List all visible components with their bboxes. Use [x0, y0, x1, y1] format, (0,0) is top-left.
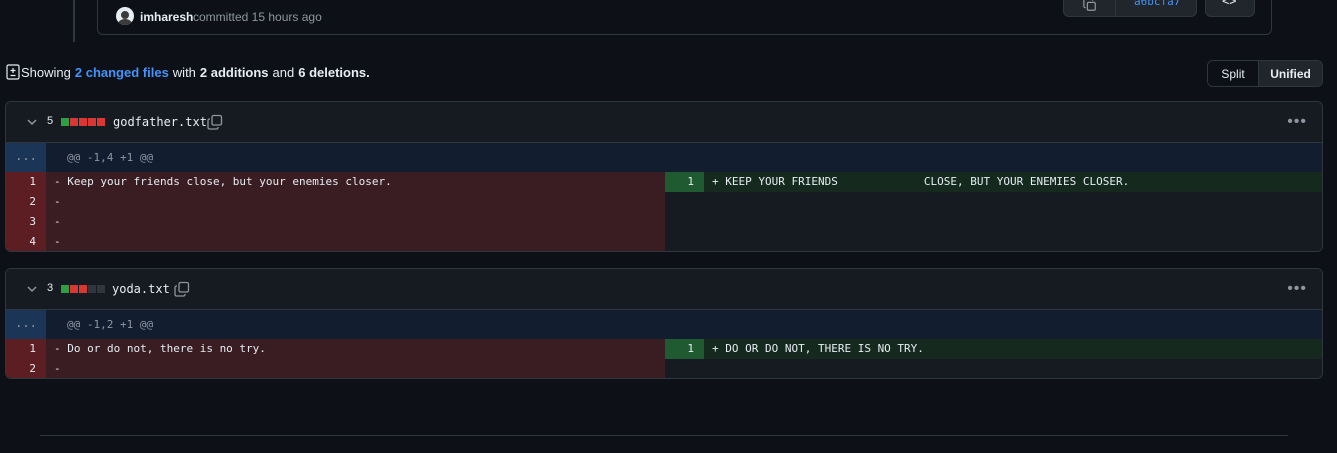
file-change-count: 3	[47, 282, 54, 294]
deleted-line-code: - Keep your friends close, but your enem…	[46, 172, 665, 192]
diffstat-blocks	[61, 118, 105, 126]
view-toggle: Split Unified	[1207, 60, 1323, 87]
diffstat-blocks	[61, 285, 105, 293]
deletions-count: 6 deletions.	[298, 64, 370, 80]
deleted-line-number[interactable]: 1	[6, 339, 46, 359]
more-options-icon[interactable]: •••	[1287, 280, 1307, 298]
diff-row: 4 -	[6, 232, 1322, 251]
avatar[interactable]	[116, 7, 134, 25]
deleted-line-number[interactable]: 2	[6, 359, 46, 378]
summary-prefix: Showing	[21, 64, 71, 80]
chevron-down-icon[interactable]	[26, 283, 38, 295]
copy-icon[interactable]	[207, 114, 223, 130]
deleted-line-number[interactable]: 1	[6, 172, 46, 192]
added-line-number[interactable]: 1	[665, 172, 704, 192]
added-line-code: + DO OR DO NOT, THERE IS NO TRY.	[704, 339, 1322, 359]
deleted-line-number[interactable]: 2	[6, 192, 46, 212]
browse-code-button[interactable]: <>	[1205, 0, 1255, 17]
diffstat-deleted-block	[88, 118, 96, 126]
divider	[40, 435, 1288, 436]
deleted-line-code: -	[46, 359, 665, 378]
file-diff-yoda: 3 yoda.txt ••• ... @@ -1,2 +1 @@ 1 - Do …	[5, 268, 1323, 379]
diffstat-added-block	[61, 118, 69, 126]
file-diff-godfather: 5 godfather.txt ••• ... @@ -1,4 +1 @@ 1 …	[5, 101, 1323, 252]
diffstat-neutral-block	[97, 285, 105, 293]
expand-hunk-button[interactable]: ...	[6, 310, 46, 339]
deleted-line-number[interactable]: 3	[6, 212, 46, 232]
file-header: 3 yoda.txt •••	[6, 269, 1322, 310]
code-icon: <>	[1222, 0, 1237, 8]
diff-row: 2 -	[6, 359, 1322, 378]
summary-with: with	[172, 64, 196, 80]
empty-line	[665, 192, 1322, 212]
commit-author[interactable]: imharesh	[140, 10, 193, 24]
file-diff-icon	[6, 64, 20, 80]
deleted-line-code: -	[46, 212, 665, 232]
diff-row: 1 - Do or do not, there is no try. 1 + D…	[6, 339, 1322, 359]
copy-sha-button[interactable]	[1064, 0, 1116, 16]
diffstat-deleted-block	[70, 118, 78, 126]
empty-line	[665, 212, 1322, 232]
file-name-link[interactable]: godfather.txt	[113, 115, 207, 129]
commit-sha-link[interactable]: a6bcfa7	[1134, 0, 1180, 8]
deleted-line-number[interactable]: 4	[6, 232, 46, 251]
file-change-count: 5	[47, 115, 54, 127]
deleted-line-code: -	[46, 232, 665, 251]
diffstat-added-block	[61, 285, 69, 293]
timeline-line	[73, 0, 75, 42]
split-view-button[interactable]: Split	[1208, 61, 1260, 86]
diff-summary: Showing 2 changed files with 2 additions…	[6, 64, 374, 80]
hunk-header: ... @@ -1,4 +1 @@	[6, 143, 1322, 172]
commit-button-group: a6bcfa7	[1063, 0, 1197, 17]
commit-time: committed 15 hours ago	[193, 10, 322, 24]
file-name-link[interactable]: yoda.txt	[112, 282, 170, 296]
empty-line	[665, 232, 1322, 251]
summary-and: and	[272, 64, 295, 80]
chevron-down-icon[interactable]	[26, 116, 38, 128]
added-line-code: + KEEP YOUR FRIENDS CLOSE, BUT YOUR ENEM…	[704, 172, 1322, 192]
unified-view-button[interactable]: Unified	[1259, 61, 1322, 86]
diffstat-deleted-block	[79, 285, 87, 293]
more-options-icon[interactable]: •••	[1287, 113, 1307, 131]
hunk-range: @@ -1,2 +1 @@	[67, 318, 154, 331]
additions-count: 2 additions	[199, 64, 269, 80]
added-line-number[interactable]: 1	[665, 339, 704, 359]
file-header: 5 godfather.txt •••	[6, 102, 1322, 143]
diffstat-neutral-block	[88, 285, 96, 293]
copy-icon[interactable]	[174, 281, 190, 297]
diff-row: 3 -	[6, 212, 1322, 232]
hunk-range: @@ -1,4 +1 @@	[67, 151, 154, 164]
copy-icon	[1083, 0, 1096, 11]
diff-row: 2 -	[6, 192, 1322, 212]
diff-row: 1 - Keep your friends close, but your en…	[6, 172, 1322, 192]
deleted-line-code: - Do or do not, there is no try.	[46, 339, 665, 359]
hunk-header: ... @@ -1,2 +1 @@	[6, 310, 1322, 339]
diffstat-deleted-block	[70, 285, 78, 293]
deleted-line-code: -	[46, 192, 665, 212]
diffstat-deleted-block	[79, 118, 87, 126]
empty-line	[665, 359, 1322, 378]
expand-hunk-button[interactable]: ...	[6, 143, 46, 172]
diffstat-deleted-block	[97, 118, 105, 126]
changed-files-link[interactable]: 2 changed files	[75, 65, 169, 80]
